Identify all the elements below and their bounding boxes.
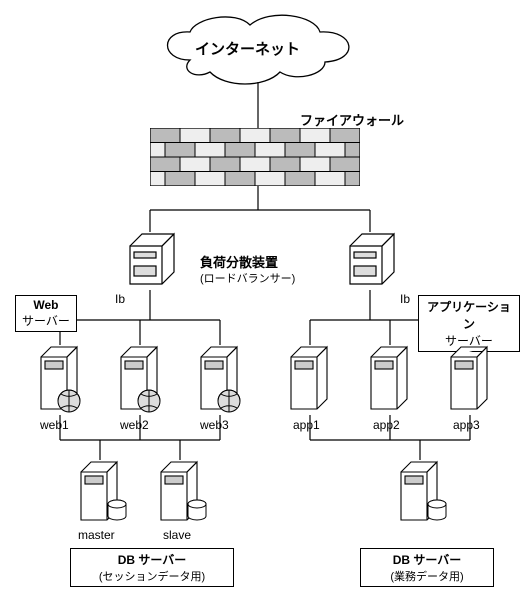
app2-label: app2: [373, 418, 400, 432]
db-server-icon: [395, 460, 451, 526]
web-group-title: Web: [22, 298, 70, 312]
db-business-title: DB サーバー: [367, 551, 487, 568]
web-group-sub: サーバー: [22, 312, 70, 329]
load-balancer-icon: [122, 232, 178, 290]
lb-subtitle: (ロードバランサー): [200, 270, 295, 286]
web-server-icon: [35, 345, 85, 415]
lb-title: 負荷分散装置: [200, 252, 278, 271]
lb-left-id: Ib: [115, 292, 125, 306]
web1-label: web1: [40, 418, 69, 432]
db-session-group: DB サーバー (セッションデータ用): [70, 548, 234, 587]
app1-label: app1: [293, 418, 320, 432]
app-server-icon: [445, 345, 495, 415]
web3-label: web3: [200, 418, 229, 432]
db-slave-label: slave: [163, 528, 191, 542]
web-server-icon: [195, 345, 245, 415]
app-group-title: アプリケーション: [425, 298, 513, 332]
db-session-title: DB サーバー: [77, 551, 227, 568]
db-session-sub: (セッションデータ用): [77, 568, 227, 584]
db-business-group: DB サーバー (業務データ用): [360, 548, 494, 587]
app-server-icon: [285, 345, 335, 415]
app3-label: app3: [453, 418, 480, 432]
db-server-icon: [75, 460, 131, 526]
app-group-label: アプリケーション サーバー: [418, 295, 520, 352]
db-business-sub: (業務データ用): [367, 568, 487, 584]
lb-right-id: Ib: [400, 292, 410, 306]
web2-label: web2: [120, 418, 149, 432]
app-server-icon: [365, 345, 415, 415]
load-balancer-icon: [342, 232, 398, 290]
db-master-label: master: [78, 528, 115, 542]
web-server-icon: [115, 345, 165, 415]
web-group-label: Web サーバー: [15, 295, 77, 332]
db-server-icon: [155, 460, 211, 526]
